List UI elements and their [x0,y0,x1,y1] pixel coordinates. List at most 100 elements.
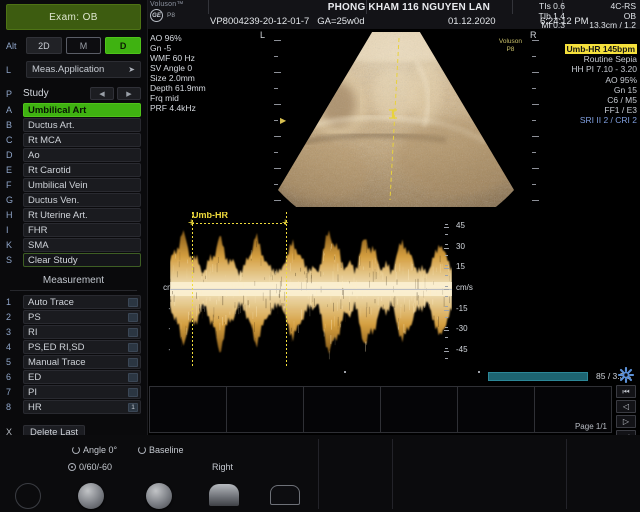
measurement-item-label[interactable]: RI [23,325,141,339]
measurement-item-label[interactable]: HR 1 [23,400,141,414]
acoustic-parameter-line: Gn -5 [150,43,206,53]
left-orientation-marker: L [260,30,265,40]
study-item[interactable]: F Umbilical Vein [6,178,141,192]
thumbnail-cell[interactable] [149,386,227,433]
probe-values: 4C-RS OB 13.3cm / 1.2 [589,2,636,31]
velocity-tick-label: 15 [456,262,465,271]
spectral-doppler-trace[interactable]: + + Umb-HR [170,212,452,367]
study-prev-button[interactable]: ◀ [90,87,114,100]
velocity-minor-tick [445,286,448,287]
study-item-label[interactable]: Umbilical Art [23,103,141,117]
right-control-label[interactable]: Right [212,462,233,472]
cine-first-button[interactable]: ⏮ [616,385,636,398]
depth-tick [274,152,278,153]
study-item-label[interactable]: SMA [23,238,141,252]
sector-image[interactable]: Voluson P8 [266,32,526,207]
study-item-label[interactable]: Ao [23,148,141,162]
volume-probe-label: Voluson P8 [499,38,522,54]
measurement-item-label[interactable]: PS [23,310,141,324]
mode-button-m[interactable]: M [66,37,102,54]
study-item[interactable]: E Rt Carotid [6,163,141,177]
measurement-item-label[interactable]: PS,ED RI,SD [23,340,141,354]
measurement-item-label[interactable]: PI [23,385,141,399]
study-item-label[interactable]: Rt Carotid [23,163,141,177]
measurement-item-label[interactable]: Auto Trace [23,295,141,309]
study-item[interactable]: B Ductus Art. [6,118,141,132]
study-item-key: A [6,105,18,115]
mode-button-2d[interactable]: 2D [26,37,62,54]
velocity-minor-tick [445,255,448,256]
cine-next-button[interactable]: ▷ [616,415,636,428]
meas-application-select[interactable]: Meas.Application ➤ [26,61,141,78]
study-item[interactable]: I FHR [6,223,141,237]
study-next-button[interactable]: ▶ [117,87,141,100]
depth-tick [532,200,539,201]
thumbnail-cell[interactable]: Page 1/1 [535,386,612,433]
study-item-label[interactable]: Clear Study [23,253,141,267]
study-item[interactable]: A Umbilical Art [6,103,141,117]
study-item-key: F [6,180,18,190]
measurement-item-label[interactable]: ED [23,370,141,384]
study-item[interactable]: D Ao [6,148,141,162]
measurement-item[interactable]: 6 ED [6,370,141,384]
thumbnail-strip[interactable]: Page 1/1 [149,386,612,433]
measurement-item[interactable]: 4 PS,ED RI,SD [6,340,141,354]
study-item-label[interactable]: Ductus Ven. [23,193,141,207]
study-item-label[interactable]: Rt Uterine Art. [23,208,141,222]
study-item-label[interactable]: Umbilical Vein [23,178,141,192]
measurement-item[interactable]: 7 PI [6,385,141,399]
acoustic-parameter-line: WMF 60 Hz [150,53,206,63]
secondary-rocker[interactable] [270,485,300,505]
sweep-control-label[interactable]: 0/60/-60 [68,462,112,472]
study-item[interactable]: S Clear Study [6,253,141,267]
thumbnail-cell[interactable] [227,386,304,433]
measurement-item-key: 6 [6,372,18,382]
cine-prev-button[interactable]: ◁ [616,400,636,413]
study-item[interactable]: K SMA [6,238,141,252]
mode-button-d[interactable]: D [105,37,141,54]
bottom-console: Angle 0° Baseline 0/60/-60 Right jpg [0,435,640,512]
acoustic-parameter-line: AO 96% [150,33,206,43]
measurement-item-label[interactable]: Manual Trace [23,355,141,369]
baseline-control-label[interactable]: Baseline [138,445,184,455]
caliper-left[interactable] [192,212,193,367]
thumbnail-cell[interactable] [458,386,535,433]
study-item[interactable]: H Rt Uterine Art. [6,208,141,222]
thermal-index-values: TIs 0.6 TIb 1.4 MI 0.3 [539,2,565,31]
knob-outline-1[interactable] [15,483,41,509]
acoustic-parameter-line: PRF 4.4kHz [150,103,206,113]
velocity-minor-tick [445,224,448,225]
study-item-label[interactable]: Ductus Art. [23,118,141,132]
measurement-item[interactable]: 8 HR 1 [6,400,141,414]
measurement-item[interactable]: 3 RI [6,325,141,339]
study-item[interactable]: C Rt MCA [6,133,141,147]
caliper-right[interactable] [286,212,287,367]
thumbnail-cell[interactable] [304,386,381,433]
study-item-key: S [6,255,18,265]
velocity-tick-label: 30 [456,242,465,251]
direction-rocker[interactable] [209,484,239,506]
study-item-label[interactable]: Rt MCA [23,133,141,147]
angle-control-label[interactable]: Angle 0° [72,445,117,455]
velocity-minor-tick [445,265,448,266]
meas-application-value: Meas.Application [32,64,104,75]
measurement-section-title: Measurement [0,275,147,286]
measurement-item[interactable]: 2 PS [6,310,141,324]
study-item-key: B [6,120,18,130]
study-item-label[interactable]: FHR [23,223,141,237]
cine-timeline[interactable]: 85 / 3.3 s [148,369,640,383]
caliper-connector [192,223,286,224]
depth-tick [274,104,281,105]
cine-progress-bar[interactable] [488,372,588,381]
measurement-item[interactable]: 5 Manual Trace [6,355,141,369]
measurement-item[interactable]: 1 Auto Trace [6,295,141,309]
sri-cri-readout: SRI II 2 / CRI 2 [565,115,637,125]
rotary-icon [72,446,80,454]
gear-icon[interactable] [618,367,634,383]
angle-knob[interactable] [78,483,104,509]
baseline-knob[interactable] [146,483,172,509]
image-parameter-line: HH PI 7.10 - 3.20 [565,64,637,74]
thumbnail-cell[interactable] [381,386,458,433]
study-item[interactable]: G Ductus Ven. [6,193,141,207]
caliper-cross-left: + [188,219,194,227]
